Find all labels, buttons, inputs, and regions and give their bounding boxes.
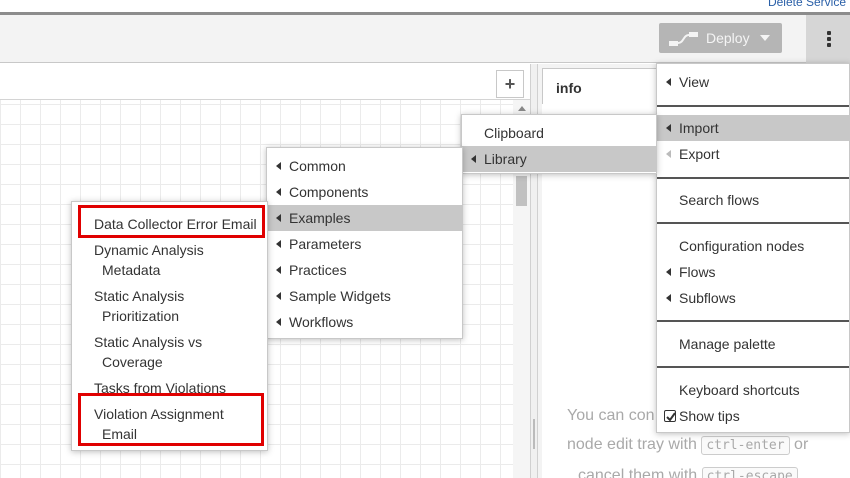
annotation-highlight-box [78,205,265,238]
menu-item-sample-widgets[interactable]: Sample Widgets [267,283,462,309]
menu-item-label: Common [289,158,346,174]
menu-item-examples[interactable]: Examples [267,205,462,231]
tip-line-3: cancel them with ctrl-escape [578,467,850,478]
menu-item-configuration-nodes[interactable]: Configuration nodes [657,233,849,259]
submenu-arrow-icon [471,155,476,163]
menu-item-static-analysis-prioritization[interactable]: Static Analysis Prioritization [72,286,267,326]
menu-separator [657,222,849,224]
submenu-arrow-icon [666,124,671,132]
tip-line-2: node edit tray with ctrl-enter or [567,436,850,455]
menu-item-label: Static Analysis vs [94,334,203,350]
menu-item-keyboard-shortcuts[interactable]: Keyboard shortcuts [657,377,849,403]
annotation-highlight-box [78,393,264,446]
menu-item-label: Static Analysis [94,288,185,304]
tab-info-label: info [556,80,582,96]
kbd-ctrl-escape: ctrl-escape [701,467,798,478]
menu-item-label: Import [679,120,719,136]
tip-text: cancel them with [578,467,698,478]
main-menu-button[interactable] [806,15,850,63]
menu-item-manage-palette[interactable]: Manage palette [657,331,849,357]
add-tab-button[interactable]: + [496,70,524,98]
submenu-arrow-icon [666,294,671,302]
workspace-tab-bar: + [0,64,530,100]
menu-item-search-flows[interactable]: Search flows [657,187,849,213]
scroll-up-icon[interactable] [518,106,526,111]
menu-item-library[interactable]: Library [462,146,656,172]
menu-item-label: Configuration nodes [679,238,805,254]
main-menu: View Import Export Search flows Configur… [656,63,850,433]
menu-item-label: Keyboard shortcuts [679,382,800,398]
submenu-arrow-icon [276,266,281,274]
library-submenu: Common Components Examples Parameters Pr… [266,147,463,339]
menu-separator [657,105,849,107]
submenu-arrow-icon [666,78,671,86]
menu-item-view[interactable]: View [657,69,849,95]
kbd-ctrl-enter: ctrl-enter [701,436,790,455]
divider-grip[interactable] [533,419,535,449]
vertical-dots-icon-dot [827,37,831,41]
menu-item-label: Prioritization [102,308,180,324]
menu-item-practices[interactable]: Practices [267,257,462,283]
menu-item-label: Export [679,146,720,162]
submenu-arrow-icon [276,162,281,170]
submenu-arrow-icon [276,214,281,222]
menu-item-import[interactable]: Import [657,115,849,141]
menu-separator [657,177,849,179]
menu-separator [657,320,849,322]
chevron-down-icon[interactable] [760,35,770,41]
menu-item-label: Workflows [289,314,354,330]
menu-item-parameters[interactable]: Parameters [267,231,462,257]
menu-item-label: Clipboard [484,125,544,141]
menu-item-label: Sample Widgets [289,288,391,304]
menu-item-label: View [679,74,710,90]
menu-item-components[interactable]: Components [267,179,462,205]
menu-item-export[interactable]: Export [657,141,849,167]
menu-item-label: Show tips [679,408,740,424]
submenu-arrow-icon [276,240,281,248]
menu-item-label: Metadata [102,262,161,278]
menu-item-label: Parameters [289,236,362,252]
deploy-button[interactable]: Deploy [659,23,782,53]
tip-text: node edit tray with [567,436,697,453]
menu-item-label: Search flows [679,192,760,208]
scrollbar-thumb[interactable] [516,176,527,206]
submenu-arrow-icon [666,268,671,276]
vertical-dots-icon [827,31,831,35]
menu-item-static-analysis-vs-coverage[interactable]: Static Analysis vs Coverage [72,332,267,372]
tip-text: or [794,436,809,453]
menu-item-label: Library [484,151,527,167]
menu-item-label: Examples [289,210,351,226]
menu-item-label: Components [289,184,369,200]
menu-item-clipboard[interactable]: Clipboard [462,120,656,146]
delete-service-link[interactable]: Delete Service [768,0,846,9]
menu-item-common[interactable]: Common [267,153,462,179]
menu-separator [657,366,849,368]
checkbox-checked-icon[interactable] [664,410,676,422]
menu-item-dynamic-analysis-metadata[interactable]: Dynamic Analysis Metadata [72,240,267,280]
menu-item-label: Dynamic Analysis [94,242,204,258]
menu-item-label: Practices [289,262,347,278]
menu-item-flows[interactable]: Flows [657,259,849,285]
submenu-arrow-icon [276,188,281,196]
submenu-arrow-icon [666,150,671,158]
menu-item-label: Subflows [679,290,736,306]
submenu-arrow-icon [276,292,281,300]
menu-item-label: Coverage [102,354,163,370]
menu-item-subflows[interactable]: Subflows [657,285,849,311]
vertical-dots-icon-dot [827,43,831,47]
menu-item-label: Flows [679,264,716,280]
menu-item-label: Manage palette [679,336,776,352]
menu-item-workflows[interactable]: Workflows [267,309,462,335]
import-submenu: Clipboard Library [461,114,657,174]
submenu-arrow-icon [276,318,281,326]
tab-info[interactable]: info [542,68,662,104]
deploy-label: Deploy [706,30,750,46]
menu-item-show-tips[interactable]: Show tips [657,403,849,429]
header-bar: Deploy [0,15,850,63]
flow-icon [669,32,698,46]
